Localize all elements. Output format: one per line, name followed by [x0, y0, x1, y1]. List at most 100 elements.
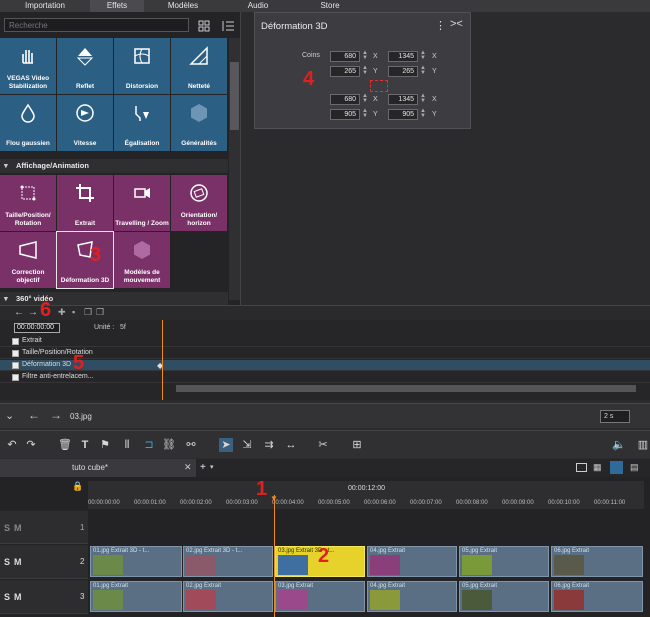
monitor-icon[interactable] [576, 463, 587, 472]
solo-button[interactable]: S [4, 557, 10, 567]
arrow-right-icon[interactable]: → [50, 408, 62, 422]
grid-view-icon[interactable]: ▦ [593, 462, 602, 473]
tile-generalites[interactable]: Généralités [171, 95, 227, 151]
coin2-y[interactable]: 265 [388, 66, 418, 77]
spin-arrows-icon[interactable]: ▲ ▼ [362, 50, 368, 62]
tile-deformation-3d[interactable]: Déformation 3D [56, 231, 114, 289]
tile-orientation-horizon[interactable]: Orientation/ horizon [171, 175, 227, 231]
spin-arrows-icon[interactable]: ▲ ▼ [362, 108, 368, 120]
duration-field[interactable]: 2 s [600, 410, 630, 423]
clip-track3[interactable]: 06.jpg Extrait [551, 581, 643, 612]
keyframe-scrollbar[interactable] [176, 385, 636, 392]
add-keyframe-icon[interactable]: ✚ [58, 307, 66, 318]
mute-button[interactable]: M [14, 523, 22, 533]
keyframe-playhead[interactable] [162, 320, 163, 400]
coin1-y[interactable]: 265 [330, 66, 360, 77]
magnet-icon[interactable]: ⊐ [142, 438, 156, 452]
split-icon[interactable]: ⫴ [120, 438, 134, 452]
clip-track2[interactable]: 05.jpg Extrait [459, 546, 549, 577]
timeline-view-icon[interactable] [610, 461, 623, 474]
clip-track2[interactable]: 01.jpg Extrait 3D - t... [90, 546, 182, 577]
mixer-icon[interactable]: ▥ [636, 438, 650, 452]
tab-audio[interactable]: Audio [222, 0, 294, 12]
clip-track3[interactable]: 03.jpg Extrait [275, 581, 365, 612]
chevron-down-icon[interactable]: ▾ [210, 463, 214, 471]
arrow-right-icon[interactable]: → [28, 307, 38, 318]
tile-nettete[interactable]: Netteté [171, 38, 227, 94]
mute-button[interactable]: M [14, 592, 22, 602]
coin3-y[interactable]: 905 [330, 109, 360, 120]
tab-project[interactable]: tuto cube* [0, 459, 196, 477]
track-select-icon[interactable]: ⇉ [262, 438, 276, 452]
clip-track3[interactable]: 04.jpg Extrait [367, 581, 457, 612]
track-checkbox[interactable] [12, 374, 19, 381]
clip-track3[interactable]: 02.jpg Extrait [183, 581, 273, 612]
tab-store[interactable]: Store [294, 0, 366, 12]
grid-view-icon[interactable] [197, 19, 211, 33]
speaker-icon[interactable]: 🔈 [612, 438, 626, 452]
track-header-2[interactable]: S M 2 [0, 545, 88, 579]
clip-track2[interactable]: 04.jpg Extrait [367, 546, 457, 577]
tile-reflet[interactable]: Reflet [57, 38, 113, 94]
tab-modeles[interactable]: Modèles [144, 0, 222, 12]
spin-arrows-icon[interactable]: ▲ ▼ [420, 50, 426, 62]
coin4-y[interactable]: 905 [388, 109, 418, 120]
arrow-left-icon[interactable]: ← [28, 408, 40, 422]
coin4-x[interactable]: 1345 [388, 94, 418, 105]
insert-icon[interactable]: ⊞ [350, 438, 364, 452]
arrow-left-icon[interactable]: ← [14, 307, 24, 318]
tile-egalisation[interactable]: Égalisation [114, 95, 170, 151]
section-affichage-animation[interactable]: Affichage/Animation [0, 159, 228, 173]
tile-vegas-stabilization[interactable]: VEGAS Video Stabilization [0, 38, 56, 94]
tile-taille-position-rotation[interactable]: Taille/Position/ Rotation [0, 175, 56, 231]
collapse-down-icon[interactable]: ⌄ [5, 409, 14, 422]
coin2-x[interactable]: 1345 [388, 51, 418, 62]
track-header-3[interactable]: S M 3 [0, 580, 88, 614]
lock-icon[interactable]: 🔒 [72, 481, 83, 492]
solo-button[interactable]: S [4, 592, 10, 602]
track-checkbox[interactable] [12, 350, 19, 357]
add-tab-button[interactable]: + [200, 462, 206, 473]
tile-modeles-mouvement[interactable]: Modèles de mouvement [114, 232, 170, 288]
storyboard-icon[interactable]: ▤ [630, 462, 639, 473]
multi-select-icon[interactable]: ⇲ [240, 438, 254, 452]
marker-icon[interactable]: ⚑ [98, 438, 112, 452]
tile-vitesse[interactable]: Vitesse [57, 95, 113, 151]
tab-effets[interactable]: Effets [90, 0, 144, 12]
clip-track2[interactable]: 06.jpg Extrait [551, 546, 643, 577]
tile-travelling-zoom[interactable]: Travelling / Zoom [114, 175, 170, 231]
timeline-ruler[interactable]: 00:00:12:00 00:00:00:00 00:00:01:00 00:00:… [88, 481, 644, 509]
effects-scroll-thumb[interactable] [230, 62, 239, 130]
copy-icon[interactable]: ❐ [84, 307, 92, 318]
spin-arrows-icon[interactable]: ▲ ▼ [420, 65, 426, 77]
spin-arrows-icon[interactable]: ▲ ▼ [420, 93, 426, 105]
spin-arrows-icon[interactable]: ▲ ▼ [420, 108, 426, 120]
search-input[interactable] [4, 18, 189, 32]
pointer-tool-icon[interactable]: ➤ [219, 438, 233, 452]
undo-icon[interactable]: ↶ [5, 438, 19, 452]
range-tool-icon[interactable]: ↔ [284, 438, 298, 452]
clip-track2[interactable]: 02.jpg Extrait 3D - t... [183, 546, 273, 577]
coin1-x[interactable]: 680 [330, 51, 360, 62]
spin-arrows-icon[interactable]: ▲ ▼ [362, 93, 368, 105]
link-icon[interactable]: ⛓ [162, 438, 176, 452]
collapse-icon[interactable]: >< [450, 18, 463, 30]
text-icon[interactable]: T [78, 438, 92, 452]
track-checkbox[interactable] [12, 362, 19, 369]
tile-flou-gaussien[interactable]: Flou gaussien [0, 95, 56, 151]
delete-icon[interactable]: 🗑 [58, 438, 72, 452]
mute-button[interactable]: M [14, 557, 22, 567]
clip-track3[interactable]: 01.jpg Extrait [90, 581, 182, 612]
delete-icon[interactable]: ▪ [72, 307, 75, 317]
tile-distorsion[interactable]: Distorsion [114, 38, 170, 94]
redo-icon[interactable]: ↷ [24, 438, 38, 452]
keyframe-time[interactable]: 00:00:00:00 [14, 323, 60, 333]
timeline-playhead[interactable] [274, 495, 275, 617]
tile-extrait[interactable]: Extrait [57, 175, 113, 231]
close-tab-icon[interactable]: ✕ [184, 462, 192, 473]
unlink-icon[interactable]: ⚯ [184, 438, 198, 452]
track-header-1[interactable]: S M 1 [0, 511, 88, 544]
cut-icon[interactable]: ✂ [316, 438, 330, 452]
section-360-video[interactable]: 360° vidéo [0, 292, 228, 306]
track-checkbox[interactable] [12, 338, 19, 345]
